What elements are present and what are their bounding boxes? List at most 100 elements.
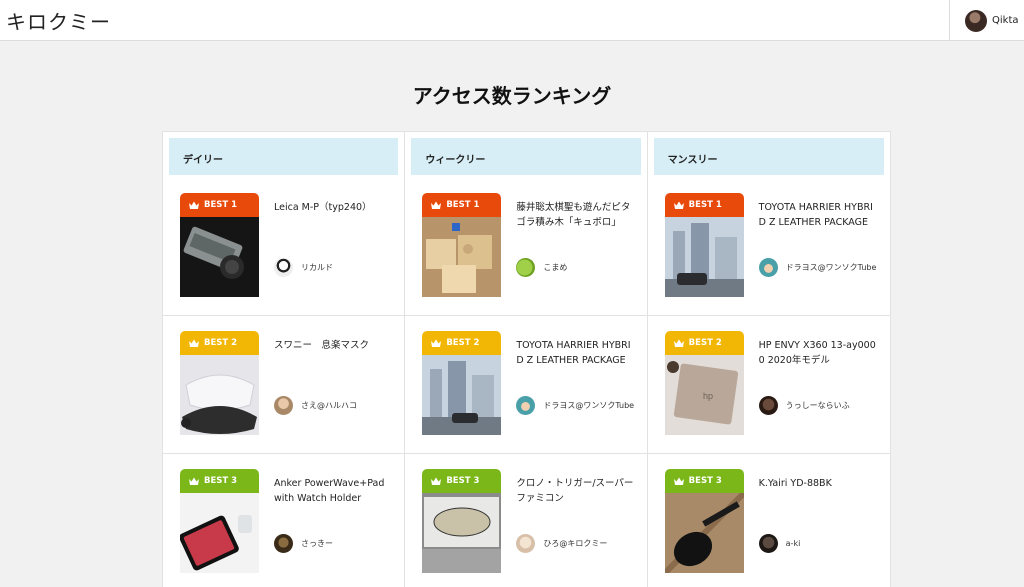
item-title[interactable]: Anker PowerWave+Pad with Watch Holder <box>274 476 392 506</box>
author-name: さえ@ハルハコ <box>301 401 357 410</box>
mask-photo <box>180 355 259 435</box>
user-menu[interactable]: Qikta <box>949 0 1024 41</box>
rank-label: BEST 1 <box>688 200 722 210</box>
rank-badge: BEST 3 <box>664 469 744 493</box>
author-avatar <box>758 534 778 553</box>
ranking-item[interactable]: BEST 2 スワニー 息楽マスク さえ@ハルハコ <box>163 316 405 454</box>
item-title[interactable]: TOYOTA HARRIER HYBRID Z LEATHER PACKAGE <box>759 200 877 230</box>
game-cartridge-photo <box>422 493 502 573</box>
item-thumbnail[interactable]: BEST 2 hp <box>664 331 744 435</box>
rank-label: BEST 2 <box>446 338 480 348</box>
author[interactable]: ひろ@キロクミー <box>516 534 640 553</box>
author[interactable]: こまめ <box>516 258 640 277</box>
author[interactable]: a-ki <box>758 534 883 553</box>
item-title[interactable]: K.Yairi YD-88BK <box>759 476 877 491</box>
ranking-item[interactable]: BEST 2 hp HP ENVY X360 13-ay0000 2020年モデ… <box>647 316 890 454</box>
item-title[interactable]: 藤井聡太棋聖も遊んだピタゴラ積み木「キュボロ」 <box>516 200 634 230</box>
rank-label: BEST 1 <box>446 200 480 210</box>
charger-photo <box>180 493 259 573</box>
crown-icon <box>431 477 442 485</box>
rank-badge: BEST 2 <box>422 331 502 355</box>
item-title[interactable]: TOYOTA HARRIER HYBRID Z LEATHER PACKAGE <box>516 338 634 368</box>
svg-text:hp: hp <box>703 391 713 401</box>
rank-badge: BEST 1 <box>664 193 744 217</box>
camera-photo <box>180 217 259 297</box>
item-title[interactable]: スワニー 息楽マスク <box>274 338 392 353</box>
crown-icon <box>189 201 199 209</box>
ranking-item[interactable]: BEST 3 クロノ・トリガー/スーパーファミコン ひろ@キロクミー <box>405 454 646 587</box>
item-thumbnail[interactable]: BEST 2 <box>422 331 502 435</box>
city-car-photo <box>422 355 502 435</box>
ranking-item[interactable]: BEST 1 藤井聡太棋聖も遊んだピタゴラ積み木「キュボロ」 こまめ <box>405 178 647 316</box>
tab-monthly[interactable]: マンスリー <box>653 138 884 175</box>
author[interactable]: さえ@ハルハコ <box>274 396 398 415</box>
ranking-item[interactable]: BEST 1 TOYOTA HARRIER HYBRID Z LEATHER P… <box>647 178 890 316</box>
ranking-item[interactable]: BEST 2 TOYOTA HARRIER HYBRID Z LEATHER P… <box>405 316 647 454</box>
author-avatar <box>516 396 536 415</box>
item-title[interactable]: Leica M-P（typ240） <box>274 200 392 215</box>
crown-icon <box>673 477 684 485</box>
ranking-column-weekly: ウィークリー BEST 1 藤井聡太棋聖も遊んだピタゴラ積み木「キュボロ」 こま… <box>405 132 648 587</box>
author-name: うっしーならいふ <box>785 401 850 410</box>
rank-badge: BEST 2 <box>664 331 744 355</box>
ranking-column-daily: デイリー BEST 1 Leica M-P（typ240） リカルド BEST … <box>163 132 406 587</box>
wooden-blocks-photo <box>422 217 502 297</box>
author-name: リカルド <box>301 263 333 272</box>
item-thumbnail[interactable]: BEST 2 <box>180 331 259 435</box>
tab-weekly[interactable]: ウィークリー <box>411 138 641 175</box>
rank-badge: BEST 1 <box>422 193 502 217</box>
ranking-grid: デイリー BEST 1 Leica M-P（typ240） リカルド BEST … <box>162 131 891 587</box>
page-title: アクセス数ランキング <box>412 84 612 108</box>
author[interactable]: ドラヨス@ワンソクTube <box>758 258 883 277</box>
author-avatar <box>274 258 293 277</box>
ranking-item[interactable]: BEST 3 Anker PowerWave+Pad with Watch Ho… <box>163 454 404 587</box>
crown-icon <box>431 201 442 209</box>
rank-label: BEST 1 <box>204 200 238 210</box>
author-avatar <box>516 534 536 553</box>
author[interactable]: ドラヨス@ワンソクTube <box>516 396 640 415</box>
author-name: ドラヨス@ワンソクTube <box>785 263 877 272</box>
author-avatar <box>274 396 293 415</box>
rank-badge: BEST 2 <box>180 331 259 355</box>
item-thumbnail[interactable]: BEST 3 <box>180 469 259 573</box>
author[interactable]: さっきー <box>274 534 398 553</box>
guitar-photo <box>664 490 744 573</box>
crown-icon <box>673 339 684 347</box>
crown-icon <box>431 339 442 347</box>
author-name: ドラヨス@ワンソクTube <box>543 401 635 410</box>
rank-label: BEST 2 <box>688 338 722 348</box>
rank-label: BEST 3 <box>446 476 480 486</box>
author-avatar <box>274 534 293 553</box>
rank-label: BEST 3 <box>688 476 722 486</box>
crown-icon <box>189 477 199 485</box>
author[interactable]: うっしーならいふ <box>758 396 883 415</box>
item-thumbnail[interactable]: BEST 1 <box>422 193 502 297</box>
user-name[interactable]: Qikta <box>992 15 1019 26</box>
item-thumbnail[interactable]: BEST 3 <box>664 469 744 573</box>
author-name: こまめ <box>543 263 568 272</box>
item-thumbnail[interactable]: BEST 1 <box>664 193 744 297</box>
city-car-photo <box>664 217 744 297</box>
item-thumbnail[interactable]: BEST 3 <box>422 469 502 573</box>
crown-icon <box>189 339 199 347</box>
rank-badge: BEST 3 <box>422 469 502 493</box>
site-title[interactable]: キロクミー <box>6 6 111 35</box>
laptop-photo: hp <box>664 355 744 435</box>
author-name: ひろ@キロクミー <box>543 539 608 548</box>
ranking-item[interactable]: BEST 3 K.Yairi YD-88BK a-ki <box>648 454 890 587</box>
rank-label: BEST 2 <box>204 338 238 348</box>
rank-label: BEST 3 <box>204 476 238 486</box>
item-thumbnail[interactable]: BEST 1 <box>180 193 259 297</box>
rank-badge: BEST 3 <box>180 469 259 493</box>
item-title[interactable]: HP ENVY X360 13-ay0000 2020年モデル <box>759 338 877 368</box>
tab-daily[interactable]: デイリー <box>169 138 399 175</box>
item-title[interactable]: クロノ・トリガー/スーパーファミコン <box>516 476 634 506</box>
user-avatar[interactable] <box>965 9 987 32</box>
rank-badge: BEST 1 <box>180 193 259 217</box>
ranking-column-monthly: マンスリー BEST 1 TOYOTA HARRIER HYBRID Z LEA… <box>647 132 890 587</box>
author-name: a-ki <box>785 539 801 548</box>
author-avatar <box>516 258 536 277</box>
ranking-item[interactable]: BEST 1 Leica M-P（typ240） リカルド <box>163 178 405 316</box>
top-bar: キロクミー Qikta <box>0 0 1024 41</box>
author[interactable]: リカルド <box>274 258 398 277</box>
